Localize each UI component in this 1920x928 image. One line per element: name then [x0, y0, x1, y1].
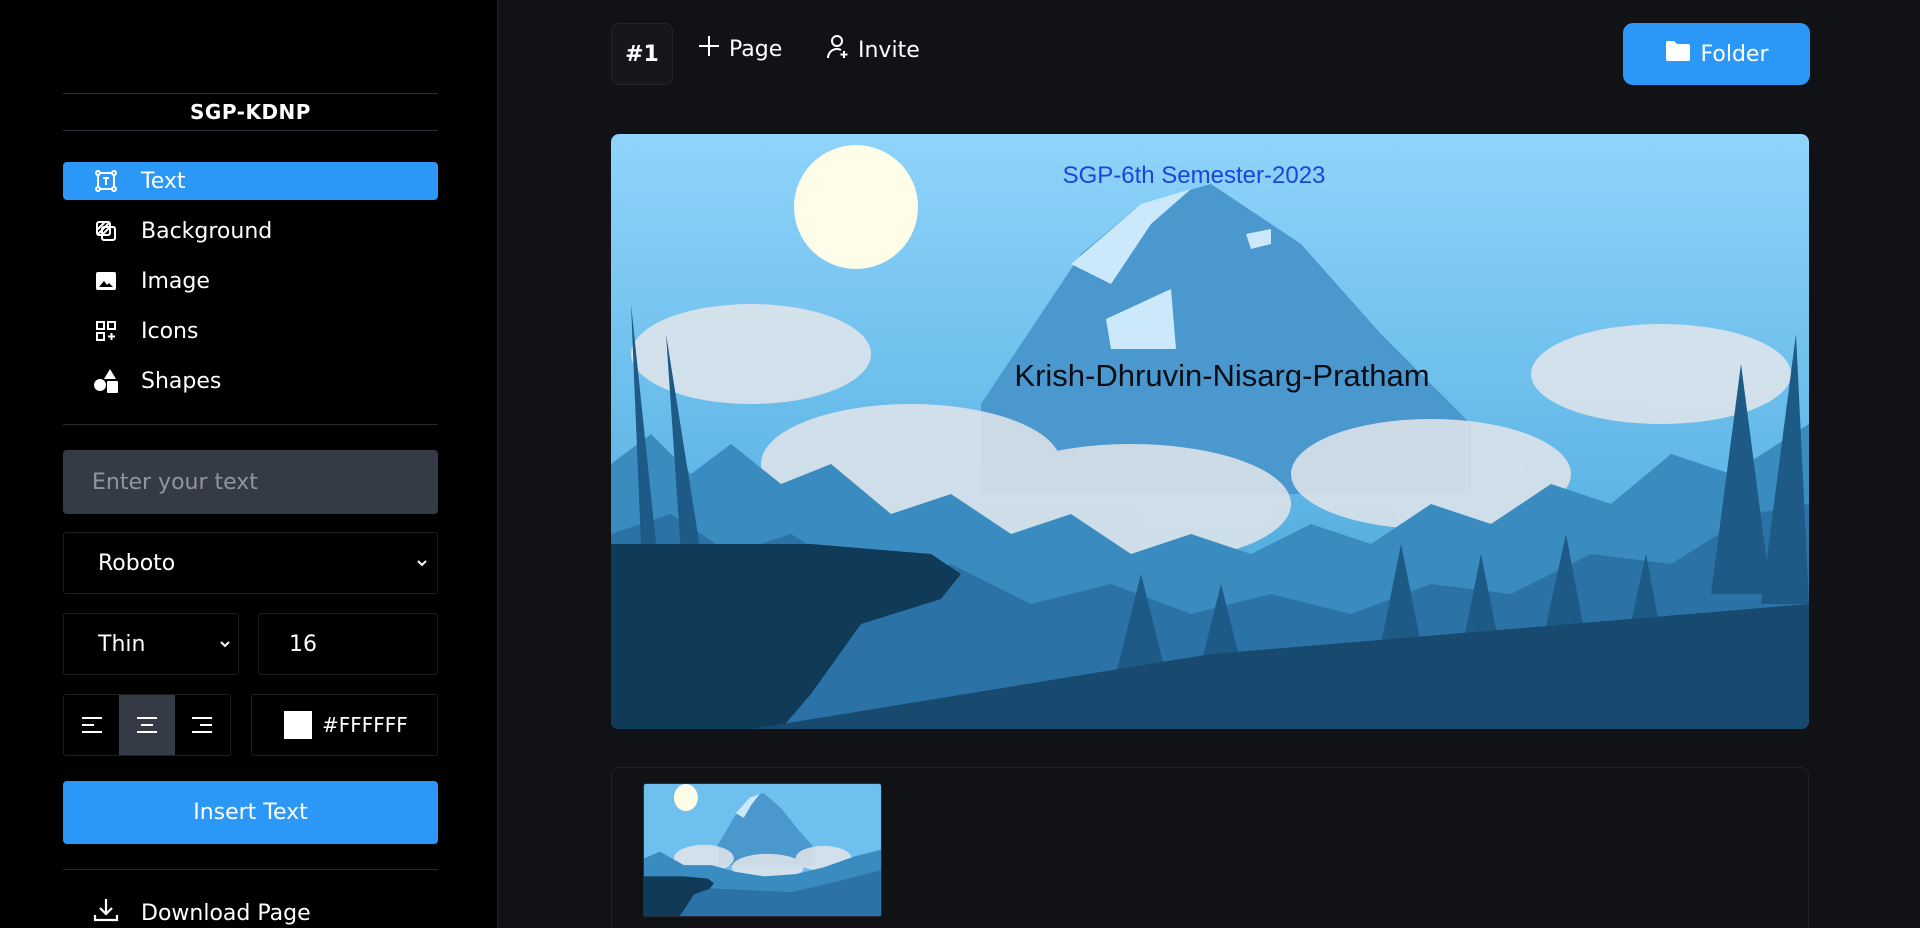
canvas-title-label: SGP-6th Semester-2023	[1062, 162, 1326, 189]
nav-label: Background	[141, 218, 273, 244]
nav-item-icons[interactable]: Icons	[63, 312, 438, 350]
align-center-icon	[136, 717, 157, 733]
nav-label: Shapes	[141, 368, 222, 394]
chevron-down-icon	[415, 551, 429, 576]
user-plus-icon	[826, 34, 850, 66]
folder-button[interactable]: Folder	[1623, 23, 1810, 85]
align-right-button[interactable]	[175, 695, 230, 755]
folder-label: Folder	[1700, 41, 1769, 67]
color-picker[interactable]: #FFFFFF	[251, 694, 438, 756]
insert-text-button[interactable]: Insert Text	[63, 781, 438, 844]
invite-label: Invite	[858, 37, 920, 63]
color-value: #FFFFFF	[322, 713, 408, 737]
align-right-icon	[192, 717, 213, 733]
font-weight-value: Thin	[98, 631, 146, 657]
page-thumbnail[interactable]	[643, 783, 882, 917]
add-page-label: Page	[729, 36, 783, 62]
text-frame-icon	[93, 168, 119, 194]
page-number-badge[interactable]: #1	[611, 23, 673, 85]
image-icon	[93, 268, 119, 294]
invite-button[interactable]: Invite	[826, 34, 920, 66]
shapes-icon	[93, 368, 119, 394]
nav-label: Icons	[141, 318, 199, 344]
align-left-button[interactable]	[64, 695, 119, 755]
download-label: Download Page	[141, 900, 311, 926]
text-input[interactable]	[63, 450, 438, 514]
font-family-value: Roboto	[98, 550, 176, 576]
canvas-names-text[interactable]: Krish-Dhruvin-Nisarg-Pratham	[611, 358, 1809, 394]
design-canvas[interactable]: SGP-6th Semester-2023 Krish-Dhruvin-Nisa…	[611, 134, 1809, 729]
nav-item-background[interactable]: Background	[63, 212, 438, 250]
chevron-down-icon	[218, 632, 232, 657]
align-left-icon	[81, 717, 102, 733]
sidebar: SGP-KDNP Text Background Image Icons Sha…	[0, 0, 498, 928]
nav-label: Text	[141, 168, 186, 194]
nav-item-image[interactable]: Image	[63, 262, 438, 300]
download-page-button[interactable]: Download Page	[93, 897, 311, 928]
font-family-select[interactable]: Roboto	[63, 532, 438, 594]
apps-icon	[93, 318, 119, 344]
add-page-button[interactable]: Page	[697, 34, 782, 64]
font-size-value: 16	[289, 631, 317, 657]
nav-item-text[interactable]: Text	[63, 162, 438, 200]
nav-label: Image	[141, 268, 210, 294]
canvas-title-text[interactable]: SGP-6th Semester-2023	[611, 162, 1809, 190]
text-align-group	[63, 694, 231, 756]
align-center-button[interactable]	[119, 695, 175, 755]
layers-icon	[93, 218, 119, 244]
brand-title: SGP-KDNP	[63, 93, 438, 131]
download-icon	[93, 897, 119, 928]
divider	[63, 869, 438, 870]
folder-icon	[1665, 40, 1691, 68]
page-thumbnail-strip	[611, 767, 1809, 928]
tool-nav: Text Background Image Icons Shapes	[63, 162, 438, 412]
canvas-names-label: Krish-Dhruvin-Nisarg-Pratham	[1014, 358, 1430, 393]
nav-item-shapes[interactable]: Shapes	[63, 362, 438, 400]
divider	[63, 424, 438, 425]
color-swatch	[284, 711, 312, 739]
plus-icon	[697, 34, 721, 64]
font-weight-select[interactable]: Thin	[63, 613, 239, 675]
thumbnail-landscape-image	[644, 784, 881, 916]
font-size-input[interactable]: 16	[258, 613, 438, 675]
mountain-landscape-image	[611, 134, 1809, 729]
